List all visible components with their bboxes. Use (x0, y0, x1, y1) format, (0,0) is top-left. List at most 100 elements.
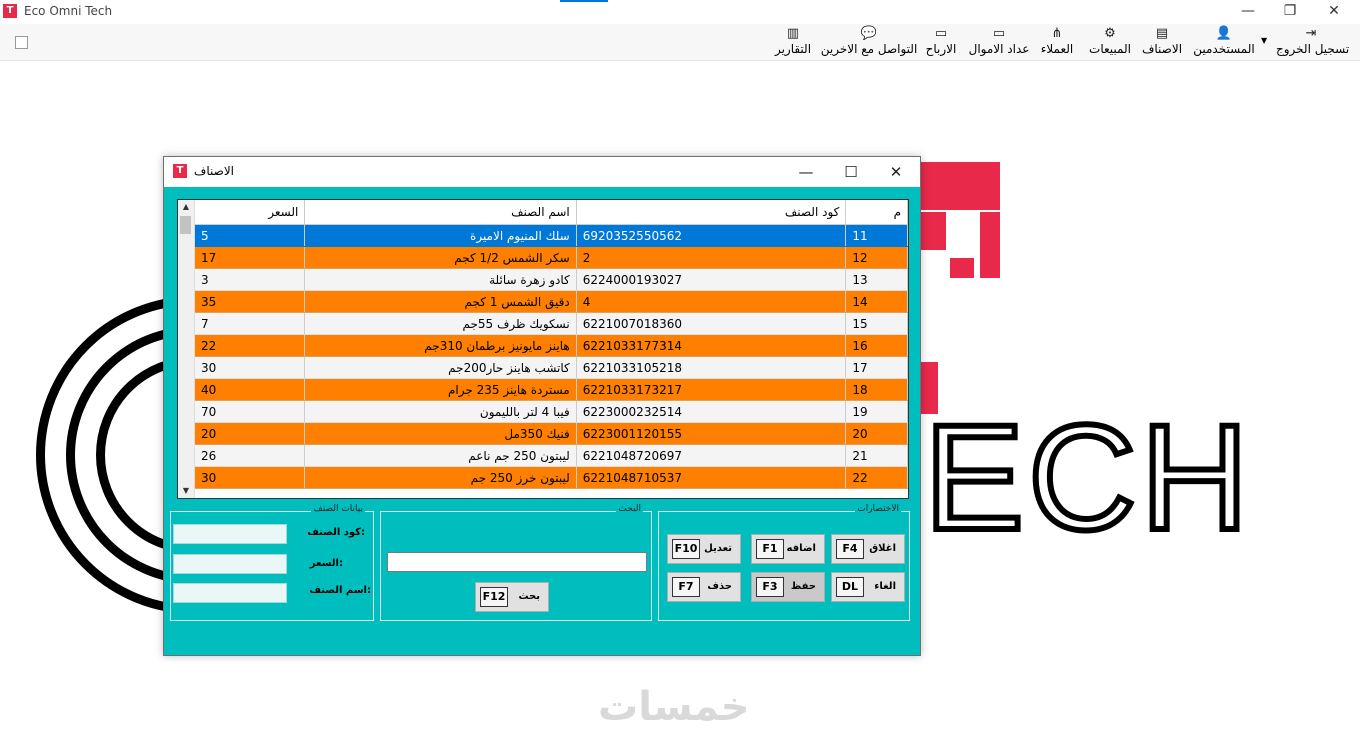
edit-key: F10 (672, 539, 700, 559)
org-chart-icon: ⋔ (1051, 26, 1063, 41)
table-row[interactable]: 22 6221048710537 ليبتون خرز 250 جم 30 (195, 466, 908, 489)
dialog-close-icon[interactable]: ✕ (876, 161, 916, 183)
cell-code: 6223001120155 (576, 422, 847, 445)
cell-code: 6223000232514 (576, 400, 847, 423)
item-data-legend: بيانات الصنف (311, 504, 365, 514)
search-button-label: بحث (518, 591, 540, 602)
toolbar-items[interactable]: ▤ الاصناف (1140, 26, 1184, 60)
toolbar-sales[interactable]: ⚙ المبيعات (1086, 26, 1134, 60)
delete-key: F7 (672, 577, 700, 597)
toolbar-label: الارباح (925, 42, 957, 56)
item-data-group: بيانات الصنف كود الصنف: السعر: اسم الصنف… (170, 504, 374, 621)
table-row[interactable]: 13 6224000193027 كادو زهرة سائلة 3 (195, 268, 908, 291)
add-button[interactable]: F1 اضافه (751, 534, 825, 564)
cell-price: 70 (195, 400, 306, 423)
cell-index: 12 (845, 246, 908, 269)
logo-red-block-top (920, 162, 1000, 210)
save-button[interactable]: F3 حفظ (751, 572, 825, 602)
toolbar-logout[interactable]: ⇥ تسجيل الخروج (1276, 26, 1350, 60)
edit-button-label: تعديل (704, 543, 732, 554)
close-button[interactable]: F4 اغلاق (831, 534, 905, 564)
logo-red-dot (950, 258, 974, 278)
table-row[interactable]: 21 6221048720697 ليبتون 250 جم ناعم 26 (195, 444, 908, 467)
cell-code: 6221007018360 (576, 312, 847, 335)
dialog-titlebar: T الاصناف — ☐ ✕ (164, 157, 920, 187)
toolbar-profits[interactable]: ▭ الارباح (922, 26, 960, 60)
cell-price: 20 (195, 422, 306, 445)
cancel-button[interactable]: DL الغاء (831, 572, 905, 602)
dialog-maximize-icon[interactable]: ☐ (831, 161, 871, 183)
items-grid[interactable]: ▲ ▼ م كود الصنف اسم الصنف السعر 11 69203… (177, 199, 909, 499)
scroll-up-icon[interactable]: ▲ (178, 200, 194, 214)
logo-text: ECH (921, 393, 1253, 561)
grid-scrollbar[interactable]: ▲ ▼ (178, 200, 195, 498)
minimize-icon[interactable]: — (1228, 2, 1268, 22)
delete-button-label: حذف (707, 581, 732, 592)
search-input[interactable] (387, 552, 647, 572)
col-header-price[interactable]: السعر (195, 200, 306, 225)
delete-button[interactable]: F7 حذف (667, 572, 741, 602)
close-icon[interactable]: ✕ (1314, 2, 1354, 22)
money-counter-icon: ▭ (992, 26, 1006, 41)
scroll-thumb[interactable] (180, 216, 191, 234)
toolbar-label: العملاء (1040, 42, 1074, 56)
col-header-code[interactable]: كود الصنف (576, 200, 847, 225)
item-price-field[interactable] (173, 554, 287, 574)
item-price-label: السعر: (309, 558, 343, 569)
col-header-name[interactable]: اسم الصنف (304, 200, 577, 225)
col-header-index[interactable]: م (845, 200, 908, 225)
edit-button[interactable]: F10 تعديل (667, 534, 741, 564)
table-row[interactable]: 11 6920352550562 سلك المنيوم الاميرة 5 (195, 224, 908, 247)
cell-price: 35 (195, 290, 306, 313)
save-key: F3 (756, 577, 784, 597)
cell-name: سلك المنيوم الاميرة (304, 224, 577, 247)
table-row[interactable]: 18 6221033173217 مستردة هاينز 235 جرام 4… (195, 378, 908, 401)
search-button[interactable]: F12 بحث (475, 582, 549, 612)
toolbar-reports[interactable]: ▥ التقارير (772, 26, 814, 60)
toolbar-users[interactable]: 👤 المستخدمين (1192, 26, 1256, 60)
cell-name: نسكويك ظرف 55جم (304, 312, 577, 335)
toolbar-money-counter[interactable]: ▭ عداد الاموال (966, 26, 1032, 60)
toolbar-customers[interactable]: ⋔ العملاء (1038, 26, 1076, 60)
search-key: F12 (480, 587, 508, 607)
table-row[interactable]: 19 6223000232514 فيبا 4 لتر بالليمون 70 (195, 400, 908, 423)
cell-price: 26 (195, 444, 306, 467)
cell-index: 11 (845, 224, 908, 247)
cell-price: 5 (195, 224, 306, 247)
cell-name: كاتشب هاينز حار200جم (304, 356, 577, 379)
table-row[interactable]: 20 6223001120155 فنيك 350مل 20 (195, 422, 908, 445)
item-code-field[interactable] (173, 524, 287, 544)
dialog-title: الاصناف (193, 164, 234, 178)
cell-index: 13 (845, 268, 908, 291)
users-dropdown-caret-icon[interactable]: ▼ (1261, 36, 1267, 45)
table-row[interactable]: 16 6221033177314 هاينز مايونيز برطمان 31… (195, 334, 908, 357)
window-titlebar: T Eco Omni Tech — ❐ ✕ (0, 0, 1360, 24)
table-row[interactable]: 17 6221033105218 كاتشب هاينز حار200جم 30 (195, 356, 908, 379)
toolbar-contact[interactable]: 💬 التواصل مع الاخرين (820, 26, 918, 60)
table-row[interactable]: 12 2 سكر الشمس 1/2 كجم 17 (195, 246, 908, 269)
items-dialog: T الاصناف — ☐ ✕ ▲ ▼ م كود الصنف اسم الصن… (163, 156, 921, 656)
logo-red-block-mid (920, 212, 946, 250)
toolbar-label: تسجيل الخروج (1276, 42, 1350, 56)
cell-index: 16 (845, 334, 908, 357)
shortcuts-group: الاختصارات F4 اغلاق F1 اضافه F10 تعديل D… (658, 504, 910, 621)
table-row[interactable]: 15 6221007018360 نسكويك ظرف 55جم 7 (195, 312, 908, 335)
restore-icon[interactable]: ❐ (1270, 2, 1310, 22)
close-button-label: اغلاق (869, 543, 896, 554)
logout-icon: ⇥ (1305, 26, 1317, 41)
cell-index: 17 (845, 356, 908, 379)
cell-index: 19 (845, 400, 908, 423)
items-table: م كود الصنف اسم الصنف السعر 11 692035255… (195, 200, 908, 489)
cell-code: 6221033177314 (576, 334, 847, 357)
item-name-field[interactable] (173, 583, 287, 603)
app-logo-icon: T (3, 4, 17, 18)
scroll-down-icon[interactable]: ▼ (178, 484, 194, 498)
cell-index: 14 (845, 290, 908, 313)
item-code-label: كود الصنف: (307, 527, 365, 538)
profit-icon: ▭ (934, 26, 948, 41)
dialog-minimize-icon[interactable]: — (786, 161, 826, 183)
toolbar-checkbox[interactable] (15, 36, 28, 49)
table-row[interactable]: 14 4 دقيق الشمس 1 كجم 35 (195, 290, 908, 313)
toolbar-label: التواصل مع الاخرين (820, 42, 918, 56)
main-toolbar: ⇥ تسجيل الخروج 👤 المستخدمين ▤ الاصناف ⚙ … (0, 24, 1360, 61)
